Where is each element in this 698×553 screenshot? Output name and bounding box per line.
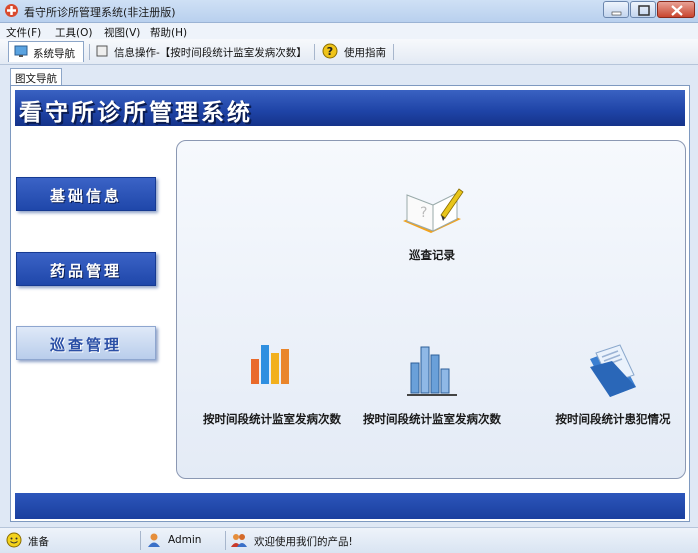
svg-text:?: ? xyxy=(327,45,333,58)
window-title: 看守所诊所管理系统(非注册版) xyxy=(24,6,176,19)
status-divider xyxy=(140,531,141,550)
toolbar-separator xyxy=(89,44,90,60)
window-icon xyxy=(96,45,108,57)
status-user: Admin xyxy=(146,532,221,549)
stats-prisoner-label: 按时间段统计患犯情况 xyxy=(555,412,671,426)
stats-prisoner-item[interactable]: 按时间段统计患犯情况 xyxy=(542,341,684,431)
stats-by-time-cell-item[interactable]: 按时间段统计监室发病次数 xyxy=(357,341,507,431)
status-user-label: Admin xyxy=(168,534,202,546)
users-icon xyxy=(231,534,247,547)
building-chart-icon xyxy=(407,346,457,396)
toolbar: 系统导航 信息操作-【按时间段统计监室发病次数】 ? 使用指南 xyxy=(0,39,698,65)
menu-help[interactable]: 帮助(H) xyxy=(150,25,187,40)
close-icon xyxy=(671,5,683,16)
system-nav-button[interactable]: 系统导航 xyxy=(8,41,84,62)
menu-tools[interactable]: 工具(O) xyxy=(55,25,92,40)
status-ready-label: 准备 xyxy=(28,536,49,548)
user-guide-label: 使用指南 xyxy=(344,47,386,59)
tab-strip: 图文导航 xyxy=(0,65,698,85)
status-ready: 准备 xyxy=(6,532,136,549)
tab-graphic-nav[interactable]: 图文导航 xyxy=(10,68,62,85)
toolbar-separator xyxy=(314,44,315,60)
menu-view[interactable]: 视图(V) xyxy=(104,25,140,40)
function-panel: ? 巡查记录 按时间段统计监室发病次数 按时间段统计监室发病次数 按时间段统计患… xyxy=(176,140,686,479)
status-divider xyxy=(225,531,226,550)
stats-by-time-cell-label: 按时间段统计监室发病次数 xyxy=(363,412,501,426)
minimize-icon xyxy=(611,11,622,16)
monitor-icon xyxy=(14,45,28,57)
app-icon xyxy=(5,4,18,17)
svg-text:?: ? xyxy=(420,205,427,221)
system-nav-label: 系统导航 xyxy=(33,48,75,60)
info-operation-label: 信息操作-【按时间段统计监室发病次数】 xyxy=(114,47,307,59)
maximize-icon xyxy=(638,5,650,16)
stats-by-time-label: 按时间段统计监室发病次数 xyxy=(203,412,341,426)
menu-bar: 文件(F) 工具(O) 视图(V) 帮助(H) xyxy=(0,23,698,39)
minimize-button[interactable] xyxy=(603,1,629,18)
status-welcome-label: 欢迎使用我们的产品! xyxy=(254,536,353,548)
patrol-record-label: 巡查记录 xyxy=(409,248,455,262)
title-bar: 看守所诊所管理系统(非注册版) xyxy=(0,0,698,23)
toolbar-separator xyxy=(393,44,394,60)
close-button[interactable] xyxy=(657,1,695,18)
status-welcome: 欢迎使用我们的产品! xyxy=(230,532,390,549)
maximize-button[interactable] xyxy=(630,1,656,18)
help-icon: ? xyxy=(322,43,338,59)
menu-file[interactable]: 文件(F) xyxy=(6,25,41,40)
user-guide-button[interactable]: ? 使用指南 xyxy=(320,41,390,62)
notebook-icon: ? xyxy=(403,188,464,233)
main-content: 看守所诊所管理系统 基础信息 药品管理 巡查管理 ? 巡查记录 按时间段统计监室… xyxy=(10,85,690,522)
app-banner: 看守所诊所管理系统 xyxy=(15,90,685,126)
bar-chart-icon xyxy=(251,345,289,384)
smiley-icon xyxy=(6,532,22,548)
nav-basic-info-button[interactable]: 基础信息 xyxy=(16,177,156,211)
nav-drug-management-button[interactable]: 药品管理 xyxy=(16,252,156,286)
patrol-record-item[interactable]: ? 巡查记录 xyxy=(362,181,502,281)
nav-patrol-management-button[interactable]: 巡查管理 xyxy=(16,326,156,360)
stats-by-time-item[interactable]: 按时间段统计监室发病次数 xyxy=(197,341,347,431)
status-bar: 准备 Admin 欢迎使用我们的产品! xyxy=(0,527,698,553)
nav-drug-management-label: 药品管理 xyxy=(49,262,122,280)
bottom-banner xyxy=(15,493,685,519)
nav-patrol-management-label: 巡查管理 xyxy=(49,336,122,354)
banner-title: 看守所诊所管理系统 xyxy=(19,99,253,126)
info-operation-button[interactable]: 信息操作-【按时间段统计监室发病次数】 xyxy=(94,41,310,62)
document-folder-icon xyxy=(590,344,636,397)
user-icon xyxy=(148,533,160,547)
nav-basic-info-label: 基础信息 xyxy=(49,187,122,205)
